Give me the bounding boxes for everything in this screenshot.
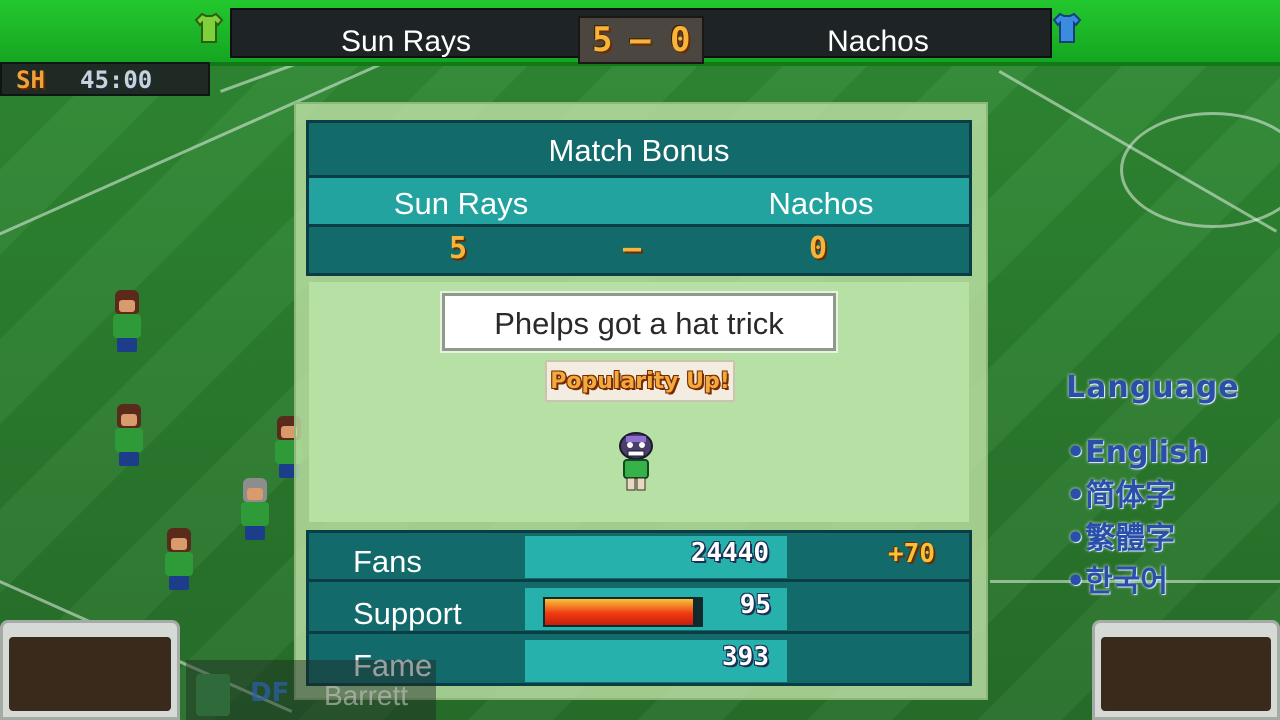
fame-value-cell: 393 [525, 640, 787, 682]
player-position-badge: DF [250, 678, 290, 708]
support-bar-fill [545, 599, 694, 625]
mascot-character-icon [619, 432, 653, 491]
away-jersey-icon [1052, 12, 1082, 43]
player-sprite [238, 478, 272, 544]
match-clock: 45:00 [80, 66, 153, 94]
match-bonus-home-score: 5 [449, 231, 468, 266]
half-indicator: SH [16, 66, 45, 94]
player-sprite [112, 404, 146, 470]
match-timer: SH 45:00 [0, 62, 210, 96]
home-score: 5 [592, 20, 613, 60]
support-value-cell: 95 [525, 588, 787, 630]
fans-value-cell: 24440 [525, 536, 787, 578]
scoreboard: Sun Rays 5 – 0 Nachos [0, 0, 1280, 66]
match-bonus-teams: Sun Rays Nachos [309, 178, 969, 227]
scoreboard-inner: Sun Rays 5 – 0 Nachos [230, 8, 1052, 64]
language-menu: Language •English •简体字 •繁體字 •한국어 [1066, 370, 1240, 603]
language-option-korean[interactable]: •한국어 [1066, 560, 1240, 603]
left-control-panel[interactable] [0, 620, 180, 720]
match-bonus-separator: – [623, 231, 642, 266]
popularity-badge: Popularity Up! [545, 360, 735, 402]
away-team-name: Nachos [827, 25, 929, 58]
event-message: Phelps got a hat trick [440, 291, 838, 353]
match-bonus-home-team: Sun Rays [393, 186, 529, 221]
language-option-simplified-chinese[interactable]: •简体字 [1066, 474, 1240, 517]
fans-delta: +70 [888, 539, 935, 569]
field-arc [1120, 112, 1280, 228]
fame-value: 393 [722, 642, 769, 672]
score-separator: – [630, 20, 651, 60]
player-sprite [110, 290, 144, 356]
stat-row-support: Support 95 [309, 585, 969, 634]
right-panel-screen [1101, 637, 1271, 711]
player-avatar [196, 674, 230, 716]
language-option-english[interactable]: •English [1066, 431, 1240, 474]
match-bonus-header: Match Bonus Sun Rays Nachos 5 – 0 [306, 120, 972, 276]
player-sprite [162, 528, 196, 594]
fans-value: 24440 [690, 538, 769, 568]
language-option-traditional-chinese[interactable]: •繁體字 [1066, 517, 1240, 560]
score-display: 5 – 0 [578, 16, 704, 64]
support-value: 95 [739, 590, 771, 620]
away-score: 0 [670, 20, 691, 60]
language-title: Language [1066, 370, 1240, 405]
home-jersey-icon [194, 12, 224, 43]
support-label: Support [353, 596, 462, 631]
stat-row-fans: Fans 24440 +70 [309, 533, 969, 582]
home-team-name: Sun Rays [340, 25, 472, 58]
match-bonus-score: 5 – 0 [309, 227, 969, 273]
player-name: Barrett [324, 680, 409, 711]
right-control-panel[interactable] [1092, 620, 1280, 720]
selected-player-info: DF Barrett [186, 660, 436, 720]
fans-label: Fans [353, 544, 422, 579]
left-panel-screen [9, 637, 171, 711]
support-bar [543, 597, 703, 627]
match-bonus-title: Match Bonus [309, 123, 969, 178]
match-bonus-away-score: 0 [809, 231, 828, 266]
match-bonus-away-team: Nachos [768, 186, 874, 221]
